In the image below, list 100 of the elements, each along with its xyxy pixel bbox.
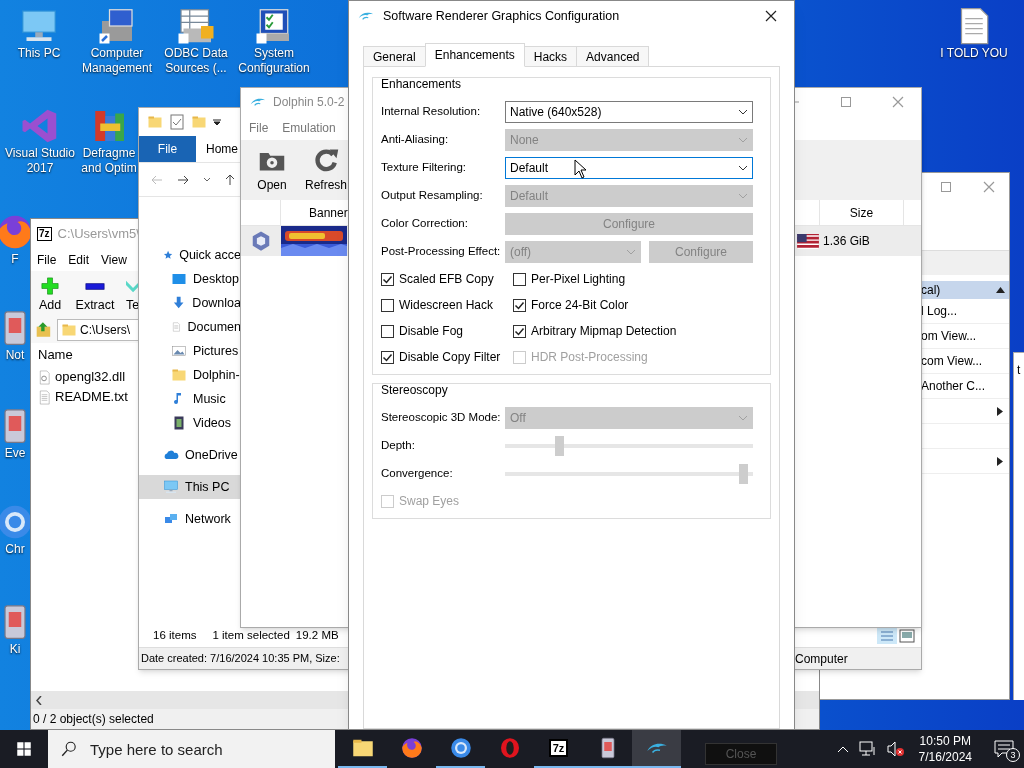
checklist-icon[interactable]: [169, 114, 185, 130]
field-label: Post-Processing Effect:: [380, 244, 502, 260]
flag-icon: [797, 233, 819, 249]
icon-label[interactable]: Ki: [9, 642, 21, 657]
toolbar-button[interactable]: Extract: [69, 276, 121, 315]
checkbox[interactable]: [381, 272, 394, 286]
tab[interactable]: Advanced: [576, 46, 650, 67]
icon-label[interactable]: Defragme and Optim: [81, 146, 137, 176]
nav-item[interactable]: This PC: [139, 475, 241, 499]
nav-item[interactable]: Desktop: [139, 267, 241, 291]
nav-item[interactable]: Downloa: [139, 291, 241, 315]
maximize-icon[interactable]: [940, 181, 952, 193]
checkbox[interactable]: [513, 324, 526, 338]
windows-logo-icon: [15, 740, 33, 758]
nav-item[interactable]: Dolphin-: [139, 363, 241, 387]
taskbar-button[interactable]: [632, 730, 681, 768]
toolbar-button[interactable]: Add: [31, 276, 69, 315]
column-header[interactable]: Banner: [281, 200, 347, 225]
browser-icon: [399, 736, 424, 760]
search-field[interactable]: Type here to search: [48, 730, 335, 768]
slider-track[interactable]: [505, 464, 753, 484]
forward-arrow-icon[interactable]: [177, 174, 189, 185]
icon-label[interactable]: F: [11, 252, 19, 267]
icon-label[interactable]: Not: [5, 348, 25, 363]
dropdown-arrow-icon[interactable]: [213, 118, 221, 126]
tab[interactable]: Enhancements: [424, 43, 525, 67]
up-arrow-icon[interactable]: [225, 173, 235, 186]
size-cell-text: 1.36 GiB: [822, 233, 871, 250]
menu-item[interactable]: File: [249, 119, 269, 137]
checkbox[interactable]: [381, 298, 394, 312]
folder-icon: [147, 114, 163, 130]
icon-label[interactable]: Chr: [5, 542, 25, 557]
nav-item[interactable]: Videos: [139, 411, 241, 435]
details-text: Computer: [795, 650, 848, 668]
checkbox[interactable]: [513, 298, 526, 312]
chevron-down-icon: [738, 137, 748, 143]
checkbox-label: Arbitrary Mipmap Detection: [531, 323, 677, 340]
thumbnail-view-icon[interactable]: [899, 629, 915, 643]
menu-item[interactable]: Emulation: [282, 119, 336, 137]
archive-logo: 7z: [548, 739, 569, 757]
speaker-icon[interactable]: [886, 741, 905, 757]
dropdown[interactable]: Default: [505, 157, 753, 179]
search-icon: [60, 740, 78, 758]
nav-item[interactable]: Music: [139, 387, 241, 411]
icon-label[interactable]: I TOLD YOU: [940, 46, 1008, 61]
notification-badge: 3: [1006, 748, 1020, 762]
checkbox[interactable]: [381, 324, 394, 338]
actions-header[interactable]: cal): [921, 281, 1009, 299]
archive-entry[interactable]: README.txt: [31, 387, 135, 407]
ribbon-tab[interactable]: File: [139, 136, 196, 162]
column-header[interactable]: Size: [819, 200, 904, 225]
dropdown[interactable]: Native (640x528): [505, 101, 753, 123]
checkbox[interactable]: [381, 350, 394, 364]
chevron-down-icon[interactable]: [203, 176, 211, 183]
notification-icon[interactable]: [994, 740, 1014, 758]
icon-label[interactable]: ODBC Data Sources (...: [164, 46, 228, 76]
menu-item[interactable]: File: [37, 251, 57, 269]
toolbar-button[interactable]: Te: [126, 276, 140, 315]
maximize-icon[interactable]: [840, 96, 852, 108]
checkbox-label: Per-Pixel Lighting: [531, 271, 626, 288]
chevron-down-icon: [738, 109, 748, 115]
clock[interactable]: 10:50 PM 7/16/2024: [914, 733, 976, 765]
document-icon: [171, 319, 182, 335]
menu-item[interactable]: Edit: [68, 251, 90, 269]
submenu-arrow-icon[interactable]: [997, 456, 1003, 466]
field-label: Depth:: [380, 438, 416, 454]
selection-status: 1 item selected: [212, 628, 290, 644]
mouse-cursor-icon: [574, 159, 587, 179]
nav-item[interactable]: OneDrive: [139, 443, 241, 467]
submenu-arrow-icon[interactable]: [997, 406, 1003, 416]
tab[interactable]: General: [363, 46, 426, 67]
menu-item[interactable]: View: [101, 251, 127, 269]
close-icon[interactable]: [765, 10, 777, 22]
image-icon: [171, 343, 187, 359]
chevron-up-icon[interactable]: [836, 745, 849, 753]
icon-label[interactable]: Computer Management: [81, 46, 152, 76]
icon-label[interactable]: System Configuration: [238, 46, 310, 76]
checkbox-label: HDR Post-Processing: [531, 349, 648, 366]
nav-item[interactable]: Pictures: [139, 339, 241, 363]
checkbox-label: Disable Fog: [399, 323, 464, 340]
toolbar-button[interactable]: Open: [245, 146, 299, 194]
nav-item[interactable]: Quick acce: [139, 243, 241, 267]
nav-item[interactable]: Network: [139, 507, 241, 531]
ribbon-tab[interactable]: Home: [196, 136, 239, 162]
icon-label[interactable]: Eve: [4, 446, 26, 461]
collapse-arrow-icon: [996, 287, 1005, 293]
chevron-down-icon: [738, 193, 748, 199]
window-title: C:\Users\vm5\: [57, 225, 140, 244]
archive-entry[interactable]: opengl32.dll: [31, 367, 135, 387]
taskbar-button[interactable]: 7z: [534, 730, 583, 768]
network-icon[interactable]: [858, 741, 877, 757]
browser-icon: [448, 736, 473, 760]
scroll-left-icon[interactable]: [36, 695, 42, 705]
nav-item[interactable]: Documen: [139, 315, 241, 339]
icon-label[interactable]: This PC: [17, 46, 61, 61]
icon-label[interactable]: Visual Studio 2017: [5, 146, 75, 176]
folder-up-icon: [35, 321, 53, 339]
checkbox-label: Swap Eyes: [399, 493, 460, 510]
checkbox[interactable]: [513, 272, 526, 286]
slider-track[interactable]: [505, 436, 753, 456]
